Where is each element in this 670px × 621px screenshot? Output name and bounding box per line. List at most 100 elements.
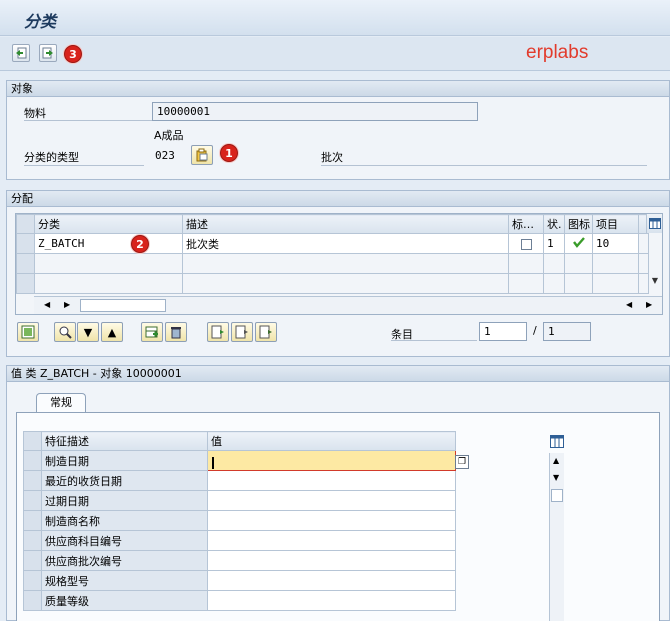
- table-settings-icon: [550, 434, 564, 448]
- triangle-up-icon: ▲: [107, 325, 117, 339]
- column-header-value[interactable]: 值: [207, 431, 456, 451]
- next-arrow-icon: [42, 47, 53, 59]
- column-header-icon[interactable]: 图标: [564, 214, 593, 234]
- table-row[interactable]: Z_BATCH 批次类 1 10: [16, 233, 649, 254]
- characteristic-name: 最近的收货日期: [41, 470, 208, 491]
- material-label: 物料: [24, 105, 152, 121]
- material-field[interactable]: 10000001: [152, 102, 478, 121]
- details-icon: [21, 325, 35, 339]
- insert-row-button[interactable]: [141, 322, 163, 342]
- select-all-cell[interactable]: [16, 214, 35, 234]
- cell-item[interactable]: 10: [592, 233, 639, 254]
- values-group-header: 值 类 Z_BATCH - 对象 10000001: [7, 366, 669, 382]
- assignment-group: 分配 分类 描述 标… 状. 图标 项目 Z_BATCH 批次类 1 10 ▼ …: [6, 190, 670, 357]
- characteristic-value-input[interactable]: [207, 450, 456, 471]
- table-row[interactable]: 供应商科目编号: [23, 530, 456, 551]
- insert-row-icon: [145, 326, 158, 338]
- select-all-cell[interactable]: [23, 431, 42, 451]
- tab-panel: 特征描述 值 制造日期 最近的收货日期 过期日期 制造商名称 供应商科目编号 供…: [16, 412, 660, 621]
- clipboard-icon: [196, 148, 208, 162]
- details-button[interactable]: [17, 322, 39, 342]
- cell-class[interactable]: Z_BATCH: [34, 233, 183, 254]
- column-header-description[interactable]: 描述: [182, 214, 509, 234]
- characteristic-name: 供应商批次编号: [41, 550, 208, 571]
- move-down-button[interactable]: ▼: [77, 322, 99, 342]
- delete-row-button[interactable]: [165, 322, 187, 342]
- class-type-code: 023: [155, 149, 175, 162]
- table-row[interactable]: [16, 273, 649, 294]
- scroll-thumb[interactable]: [80, 299, 166, 312]
- callout-badge-1: 1: [220, 144, 238, 162]
- callout-badge-2: 2: [131, 235, 149, 253]
- magnifier-icon: [59, 326, 72, 339]
- page-title: 分类: [24, 12, 57, 31]
- previous-arrow-icon: [16, 47, 27, 59]
- characteristic-value-input[interactable]: [207, 530, 456, 551]
- scroll-down-icon[interactable]: ▼: [553, 473, 559, 482]
- assignment-table: 分类 描述 标… 状. 图标 项目 Z_BATCH 批次类 1 10: [16, 214, 649, 294]
- assignment-table-control: 分类 描述 标… 状. 图标 项目 Z_BATCH 批次类 1 10 ▼ ◀ ▶…: [15, 213, 663, 315]
- scroll-down-icon[interactable]: ▼: [648, 276, 662, 290]
- tab-general[interactable]: 常规: [36, 393, 86, 413]
- table-row[interactable]: 制造商名称: [23, 510, 456, 531]
- column-header-item[interactable]: 项目: [592, 214, 639, 234]
- entry-total-field: 1: [543, 322, 591, 341]
- scroll-up-icon[interactable]: ▲: [553, 456, 559, 465]
- deselect-all-icon: [259, 325, 272, 339]
- next-object-button[interactable]: [39, 44, 57, 62]
- characteristic-name: 供应商科目编号: [41, 530, 208, 551]
- object-group-header: 对象: [7, 81, 669, 97]
- move-up-button[interactable]: ▲: [101, 322, 123, 342]
- class-type-select-button[interactable]: [191, 145, 213, 165]
- standard-checkbox[interactable]: [520, 238, 532, 250]
- value-help-button[interactable]: ❐: [455, 455, 469, 469]
- column-header-standard[interactable]: 标…: [508, 214, 544, 234]
- entry-current-field[interactable]: 1: [479, 322, 527, 341]
- characteristic-value-input[interactable]: [207, 490, 456, 511]
- characteristic-name: 制造日期: [41, 450, 208, 471]
- callout-badge-3: 3: [64, 45, 82, 63]
- characteristic-name: 过期日期: [41, 490, 208, 511]
- table-row[interactable]: [16, 253, 649, 274]
- scroll-right-end-icon[interactable]: ▶: [646, 300, 652, 309]
- table-row[interactable]: 制造日期: [23, 450, 456, 471]
- previous-object-button[interactable]: [12, 44, 30, 62]
- table-row[interactable]: 最近的收货日期: [23, 470, 456, 491]
- characteristic-value-input[interactable]: [207, 470, 456, 491]
- select-all-icon: [211, 325, 224, 339]
- search-button[interactable]: [54, 322, 76, 342]
- select-all-button[interactable]: [207, 322, 229, 342]
- column-header-characteristic[interactable]: 特征描述: [41, 431, 208, 451]
- table-settings-button[interactable]: [646, 214, 662, 233]
- characteristic-name: 制造商名称: [41, 510, 208, 531]
- column-header-status[interactable]: 状.: [543, 214, 565, 234]
- table-row[interactable]: 规格型号: [23, 570, 456, 591]
- select-block-icon: [235, 325, 248, 339]
- characteristic-value-input[interactable]: [207, 510, 456, 531]
- scroll-left-end-icon[interactable]: ◀: [626, 300, 632, 309]
- scroll-right-icon[interactable]: ▶: [64, 300, 70, 309]
- table-row[interactable]: 供应商批次编号: [23, 550, 456, 571]
- column-header-class[interactable]: 分类: [34, 214, 183, 234]
- characteristic-value-input[interactable]: [207, 550, 456, 571]
- deselect-all-button[interactable]: [255, 322, 277, 342]
- characteristic-value-input[interactable]: [207, 570, 456, 591]
- table-settings-button[interactable]: [549, 433, 565, 449]
- horizontal-scrollbar[interactable]: ◀ ▶ ◀ ▶: [34, 296, 662, 314]
- table-row[interactable]: 过期日期: [23, 490, 456, 511]
- vertical-scrollbar[interactable]: ▲ ▼: [549, 453, 564, 621]
- text-cursor: [212, 457, 214, 469]
- scroll-thumb[interactable]: [551, 489, 563, 502]
- cell-status[interactable]: 1: [543, 233, 565, 254]
- characteristic-name: 规格型号: [41, 570, 208, 591]
- class-type-description: 批次: [321, 149, 647, 166]
- row-selector[interactable]: [16, 233, 35, 254]
- cell-standard[interactable]: [508, 233, 544, 254]
- scroll-left-icon[interactable]: ◀: [44, 300, 50, 309]
- select-block-button[interactable]: [231, 322, 253, 342]
- table-row[interactable]: 质量等级: [23, 590, 456, 611]
- entry-label: 条目: [391, 326, 477, 341]
- value-help-icon: ❐: [457, 457, 467, 467]
- characteristic-value-input[interactable]: [207, 590, 456, 611]
- cell-description[interactable]: 批次类: [182, 233, 509, 254]
